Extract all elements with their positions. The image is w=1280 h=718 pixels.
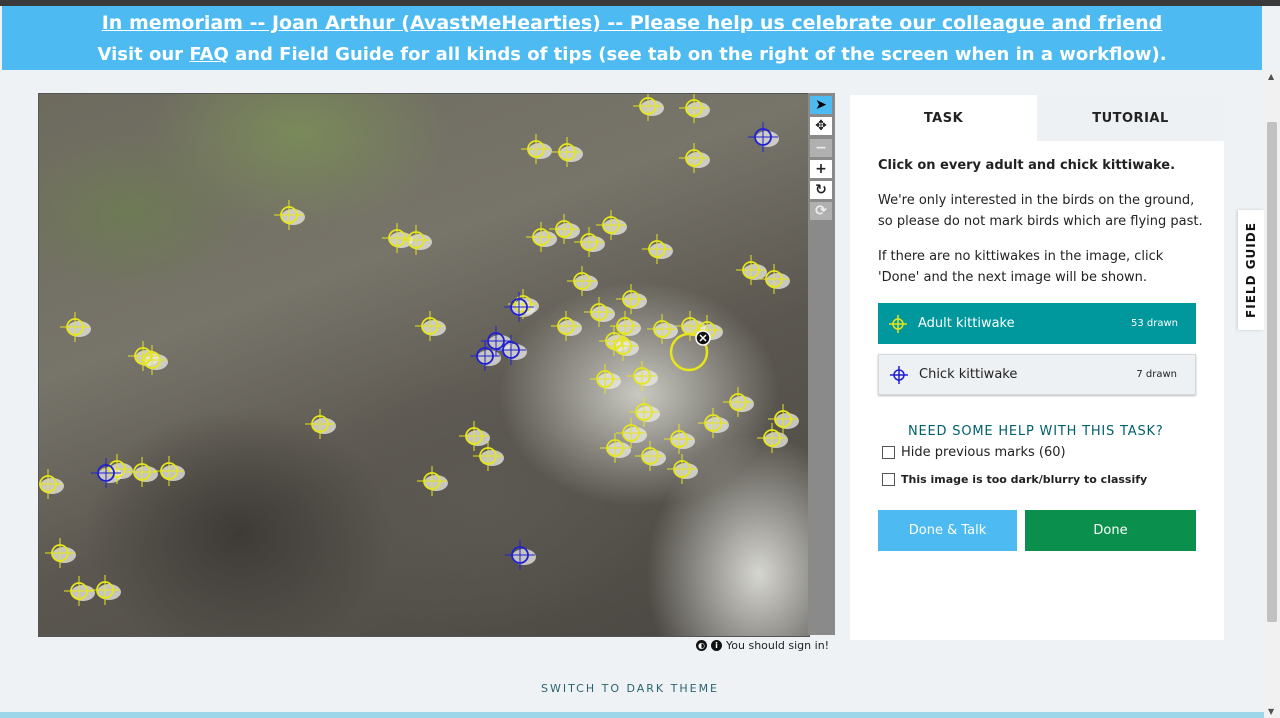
sign-in-notice: You should sign in!: [726, 639, 830, 652]
chick-kittiwake-tool[interactable]: Chick kittiwake 7 drawn: [878, 354, 1196, 395]
reset-icon[interactable]: ⟳: [810, 202, 832, 220]
adult-mark[interactable]: [526, 222, 556, 252]
adult-mark[interactable]: [64, 576, 94, 606]
field-guide-label: FIELD GUIDE: [1244, 222, 1258, 318]
page-bottom-edge: [0, 712, 1264, 718]
info-icon[interactable]: i: [711, 640, 722, 651]
tool-label: Chick kittiwake: [919, 367, 1018, 382]
crosshair-icon: [879, 365, 919, 384]
adult-mark[interactable]: [521, 134, 551, 164]
announcement-banner: In memoriam -- Joan Arthur (AvastMeHeart…: [2, 6, 1262, 70]
adult-mark[interactable]: [647, 314, 677, 344]
done-button[interactable]: Done: [1025, 510, 1196, 551]
adult-mark[interactable]: [596, 210, 626, 240]
marks-layer[interactable]: [39, 94, 809, 636]
subject-image[interactable]: [38, 93, 810, 637]
hide-marks-label: Hide previous marks (60): [901, 445, 1066, 460]
adult-mark[interactable]: [90, 575, 120, 605]
hide-marks-checkbox[interactable]: Hide previous marks (60): [882, 445, 1066, 460]
adult-mark[interactable]: [635, 441, 665, 471]
task-panel: TASK TUTORIAL Click on every adult and c…: [850, 95, 1224, 640]
pointer-icon[interactable]: ➤: [810, 96, 832, 114]
contrast-icon[interactable]: ◐: [696, 640, 707, 651]
banner-text-suffix: and Field Guide for all kinds of tips (s…: [228, 44, 1167, 65]
zoom-out-icon[interactable]: −: [810, 139, 832, 157]
tool-label: Adult kittiwake: [918, 316, 1015, 331]
chick-mark[interactable]: [505, 540, 535, 570]
adult-mark[interactable]: [590, 364, 620, 394]
tool-count: 53 drawn: [1130, 318, 1178, 329]
delete-mark-icon[interactable]: [695, 330, 711, 346]
adult-mark[interactable]: [667, 454, 697, 484]
adult-mark[interactable]: [415, 311, 445, 341]
task-question: Click on every adult and chick kittiwake…: [878, 158, 1176, 173]
adult-mark[interactable]: [60, 312, 90, 342]
checkbox[interactable]: [882, 446, 895, 459]
adult-mark[interactable]: [679, 94, 709, 123]
banner-faq-line: Visit our FAQ and Field Guide for all ki…: [2, 44, 1262, 65]
scrollbar-thumb[interactable]: [1267, 122, 1277, 622]
adult-mark[interactable]: [664, 424, 694, 454]
chick-mark[interactable]: [748, 122, 778, 152]
adult-mark[interactable]: [154, 456, 184, 486]
tab-task[interactable]: TASK: [850, 95, 1037, 141]
adult-mark[interactable]: [627, 361, 657, 391]
banner-text-prefix: Visit our: [97, 44, 190, 65]
field-guide-tab[interactable]: FIELD GUIDE: [1238, 210, 1264, 330]
adult-mark[interactable]: [417, 466, 447, 496]
crosshair-icon: [878, 314, 918, 333]
help-link[interactable]: NEED SOME HELP WITH THIS TASK?: [908, 424, 1164, 439]
task-instruction-2: If there are no kittiwakes in the image,…: [878, 249, 1164, 285]
adult-mark[interactable]: [45, 538, 75, 568]
switch-theme-button[interactable]: SWITCH TO DARK THEME: [0, 682, 1260, 695]
adult-mark[interactable]: [401, 225, 431, 255]
chick-mark[interactable]: [504, 292, 534, 322]
adult-mark[interactable]: [137, 345, 167, 375]
task-instruction-1: We're only interested in the birds on th…: [878, 193, 1203, 229]
move-icon[interactable]: ✥: [810, 117, 832, 135]
adult-mark[interactable]: [552, 137, 582, 167]
adult-mark[interactable]: [459, 421, 489, 451]
adult-kittiwake-tool[interactable]: Adult kittiwake 53 drawn: [878, 303, 1196, 344]
adult-mark[interactable]: [629, 397, 659, 427]
subject-metadata-bar: ◐ i You should sign in!: [696, 639, 829, 652]
memoriam-link[interactable]: In memoriam -- Joan Arthur (AvastMeHeart…: [2, 12, 1262, 34]
checkbox[interactable]: [882, 473, 895, 486]
page-scrollbar[interactable]: ▲ ▼: [1264, 70, 1280, 718]
done-and-talk-button[interactable]: Done & Talk: [878, 510, 1017, 551]
adult-mark[interactable]: [127, 457, 157, 487]
rotate-icon[interactable]: ↻: [810, 181, 832, 199]
adult-mark[interactable]: [642, 234, 672, 264]
adult-mark[interactable]: [305, 409, 335, 439]
adult-mark[interactable]: [616, 284, 646, 314]
too-dark-checkbox[interactable]: This image is too dark/blurry to classif…: [882, 473, 1147, 486]
zoom-in-icon[interactable]: +: [810, 160, 832, 178]
scroll-up-icon[interactable]: ▲: [1268, 72, 1274, 81]
scroll-down-icon[interactable]: ▼: [1268, 707, 1274, 716]
image-toolbar: ➤ ✥ − + ↻ ⟳: [808, 93, 835, 635]
too-dark-label: This image is too dark/blurry to classif…: [901, 473, 1148, 486]
adult-mark[interactable]: [736, 255, 766, 285]
adult-mark[interactable]: [551, 311, 581, 341]
adult-mark[interactable]: [679, 143, 709, 173]
adult-mark[interactable]: [723, 387, 753, 417]
adult-mark[interactable]: [274, 200, 304, 230]
task-tabs: TASK TUTORIAL: [850, 95, 1224, 141]
adult-mark[interactable]: [567, 266, 597, 296]
adult-mark[interactable]: [39, 469, 63, 499]
adult-mark[interactable]: [608, 331, 638, 361]
tool-count: 7 drawn: [1136, 369, 1177, 380]
adult-mark[interactable]: [698, 408, 728, 438]
tab-tutorial[interactable]: TUTORIAL: [1037, 95, 1224, 141]
faq-link[interactable]: FAQ: [189, 44, 228, 65]
adult-mark[interactable]: [584, 297, 614, 327]
